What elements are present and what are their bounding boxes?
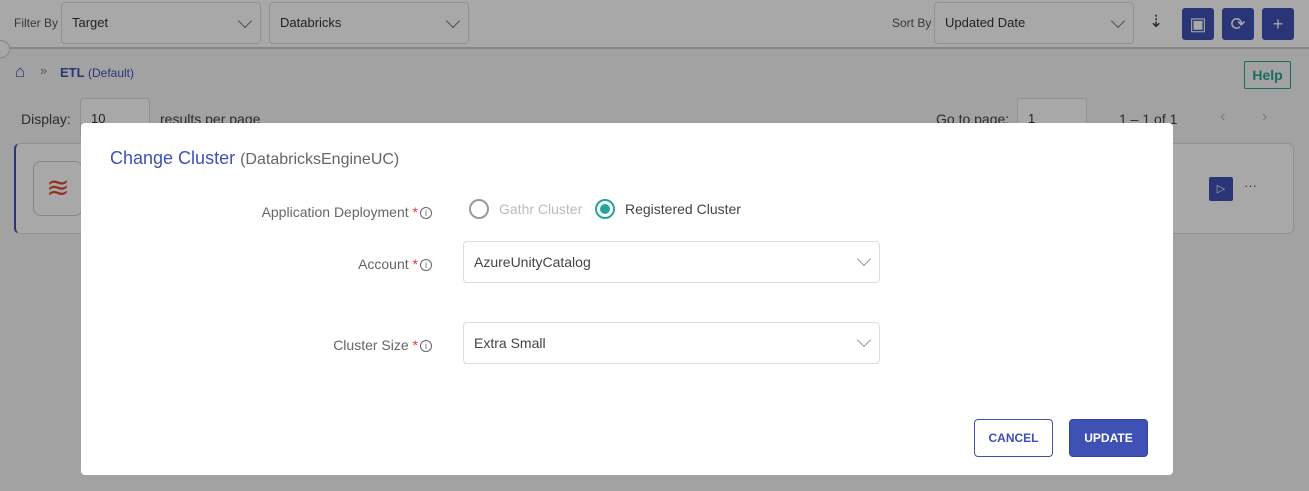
- account-select[interactable]: AzureUnityCatalog: [463, 241, 880, 283]
- deployment-label-text: Application Deployment: [261, 204, 409, 220]
- gathr-cluster-label[interactable]: Gathr Cluster: [499, 201, 582, 217]
- info-icon: i: [420, 340, 432, 353]
- chevron-down-icon: [856, 332, 872, 348]
- radio-registered-cluster[interactable]: [595, 199, 615, 219]
- update-button[interactable]: UPDATE: [1069, 419, 1148, 457]
- change-cluster-dialog: Change Cluster (DatabricksEngineUC) Appl…: [81, 123, 1173, 475]
- dialog-title: Change Cluster (DatabricksEngineUC): [110, 148, 399, 169]
- required-mark: *: [412, 204, 418, 220]
- account-label-text: Account: [358, 256, 409, 272]
- info-icon: i: [420, 207, 432, 220]
- info-icon: i: [420, 259, 432, 272]
- cluster-size-value: Extra Small: [474, 335, 546, 351]
- cluster-size-select[interactable]: Extra Small: [463, 322, 880, 364]
- chevron-down-icon: [856, 251, 872, 267]
- account-value: AzureUnityCatalog: [474, 254, 591, 270]
- cluster-size-label: Cluster Size * i: [333, 337, 432, 353]
- deployment-label: Application Deployment * i: [262, 204, 432, 220]
- radio-gathr-cluster[interactable]: [469, 199, 489, 219]
- account-label: Account * i: [358, 256, 432, 272]
- dialog-subtitle: (DatabricksEngineUC): [240, 151, 400, 168]
- registered-cluster-label[interactable]: Registered Cluster: [625, 201, 741, 217]
- required-mark: *: [412, 337, 418, 353]
- cancel-button[interactable]: CANCEL: [974, 419, 1053, 457]
- cluster-size-label-text: Cluster Size: [333, 337, 409, 353]
- dialog-title-text: Change Cluster: [110, 148, 236, 168]
- required-mark: *: [412, 256, 418, 272]
